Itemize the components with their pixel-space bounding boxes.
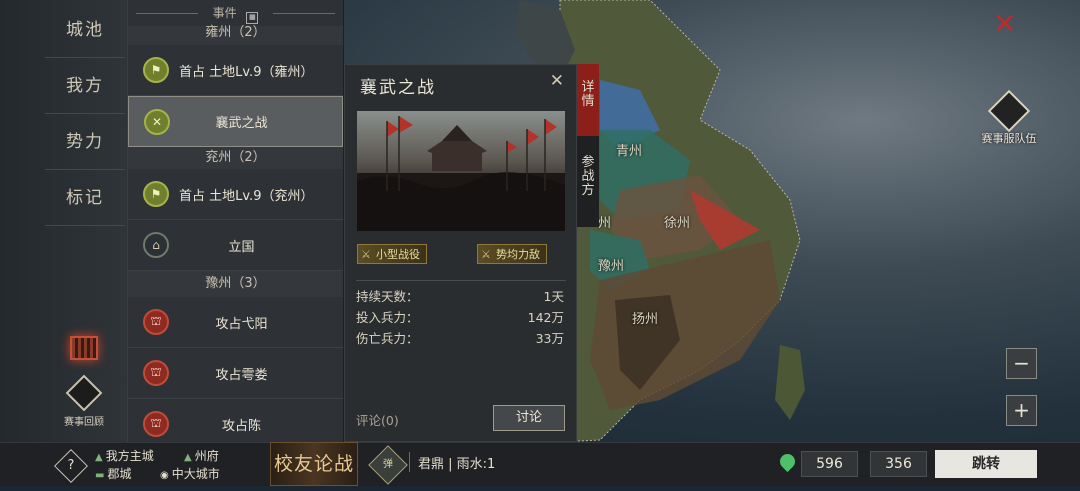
legend-capital: ▲ 州府 (184, 447, 219, 464)
divider (409, 452, 410, 472)
season-team-button[interactable]: 赛事服队伍 (974, 89, 1044, 146)
event-item-selected[interactable]: ✕ 襄武之战 (128, 96, 343, 147)
city-gate-icon: ⛫ (143, 360, 169, 386)
header-line-right (273, 13, 335, 14)
season-review-icon (65, 374, 103, 412)
help-button[interactable]: ? (54, 449, 88, 483)
event-item[interactable]: ⛫ 攻占雩娄 (128, 348, 343, 399)
flag-icon: ⚑ (143, 57, 169, 83)
alumni-debate-banner[interactable]: 校友论战 (270, 442, 358, 486)
legend-label: 郡城 (107, 467, 132, 481)
events-header: 事件 ▦ (128, 0, 343, 26)
stat-casualties: 伤亡兵力： 33万 (356, 328, 564, 347)
home-city-icon: ▲ (95, 452, 103, 463)
palace-icon: ⌂ (143, 232, 169, 258)
season-status: 君鼎 | 雨水:1 (418, 457, 496, 472)
battle-scale-tag: 小型战役 (357, 244, 427, 265)
map-label-partial: 州 (598, 216, 612, 231)
nav-factions[interactable]: 势力 (45, 114, 125, 170)
close-icon[interactable]: ✕ (550, 71, 564, 91)
events-panel: 事件 ▦ 雍州（2） ⚑ 首占 土地Lv.9（雍州） ✕ 襄武之战 兖州（2） … (128, 0, 344, 442)
stat-value: 1天 (543, 289, 564, 304)
zoom-in-button[interactable]: + (1006, 395, 1037, 426)
stat-label: 投入兵力： (356, 310, 419, 325)
stat-label: 伤亡兵力： (356, 331, 419, 346)
grid-view-icon[interactable]: ▦ (246, 12, 259, 24)
help-icon: ? (67, 458, 75, 473)
event-item[interactable]: ⚑ 首占 土地Lv.9（雍州） (128, 45, 343, 96)
jump-button[interactable]: 跳转 (935, 450, 1037, 478)
stat-troops: 投入兵力： 142万 (356, 307, 564, 326)
crossed-swords-icon: ✕ (144, 109, 170, 135)
legend-label: 我方主城 (105, 449, 154, 463)
event-label: 首占 土地Lv.9（雍州） (179, 64, 314, 80)
region-header-yongzhou: 雍州（2） (128, 26, 343, 45)
capital-icon: ▲ (184, 452, 192, 463)
map-label-yuzhou: 豫州 (598, 259, 625, 274)
stat-value: 33万 (535, 331, 564, 346)
city-gate-icon: ⛫ (143, 309, 169, 335)
nav-cities[interactable]: 城池 (45, 2, 125, 58)
map-label-qingzhou: 青州 (616, 144, 643, 159)
season-team-label: 赛事服队伍 (981, 132, 1037, 145)
map-label-xuzhou: 徐州 (664, 216, 691, 231)
battle-scene (357, 116, 565, 231)
divider (356, 280, 566, 281)
large-city-icon: ◉ (160, 470, 169, 481)
legend-large-city: ◉ 中大城市 (160, 465, 220, 482)
legend-label: 中大城市 (171, 467, 220, 481)
event-item[interactable]: ⛫ 攻占弋阳 (128, 297, 343, 348)
stat-label: 持续天数： (356, 289, 419, 304)
battle-balance-tag: 势均力敌 (477, 244, 547, 265)
nav-ours[interactable]: 我方 (45, 58, 125, 114)
tab-details[interactable]: 详情 (577, 64, 599, 136)
detail-tabs: 详情 参战方 (577, 64, 599, 227)
tab-participants[interactable]: 参战方 (577, 138, 599, 227)
discuss-button[interactable]: 讨论 (493, 405, 565, 431)
season-review-button[interactable]: 赛事回顾 (55, 374, 113, 428)
battle-detail-card: 襄武之战 ✕ 小型战役 势均力敌 持续天数： 1天 投入兵力： 142万 (344, 64, 577, 442)
team-flag-icon (987, 89, 1031, 133)
city-gate-icon: ⛫ (143, 411, 169, 437)
coord-y-input[interactable]: 356 (870, 451, 927, 477)
event-item[interactable]: ⛫ 攻占陈 (128, 399, 343, 442)
event-item[interactable]: ⌂ 立国 (128, 220, 343, 271)
season-badge-icon: 弹 (383, 459, 393, 470)
legend-home-city: ▲ 我方主城 (95, 447, 154, 464)
stat-value: 142万 (527, 310, 564, 325)
battle-title: 襄武之战 (360, 78, 436, 98)
legend-label: 州府 (194, 449, 219, 463)
map-label-yangzhou: 扬州 (632, 312, 659, 327)
stat-duration: 持续天数： 1天 (356, 286, 564, 305)
coord-x-input[interactable]: 596 (801, 451, 858, 477)
left-nav: 城池 我方 势力 标记 赛事回顾 (0, 0, 128, 442)
legend-county-city: ▬ 郡城 (95, 465, 131, 482)
close-map-icon[interactable]: ✕ (993, 10, 1016, 38)
county-city-icon: ▬ (95, 470, 105, 481)
event-label: 首占 土地Lv.9（兖州） (179, 188, 314, 204)
season-review-label: 赛事回顾 (64, 417, 104, 428)
flag-icon: ⚑ (143, 181, 169, 207)
events-title: 事件 (212, 6, 237, 20)
region-header-yanzhou: 兖州（2） (128, 147, 343, 169)
comment-count[interactable]: 评论(0) (356, 410, 399, 429)
header-line-left (136, 13, 198, 14)
zoom-out-button[interactable]: − (1006, 348, 1037, 379)
city-gate-icon[interactable] (70, 336, 98, 360)
nav-markers[interactable]: 标记 (45, 170, 125, 226)
region-header-yuzhou: 豫州（3） (128, 271, 343, 297)
event-item[interactable]: ⚑ 首占 土地Lv.9（兖州） (128, 169, 343, 220)
battle-image (357, 111, 565, 231)
